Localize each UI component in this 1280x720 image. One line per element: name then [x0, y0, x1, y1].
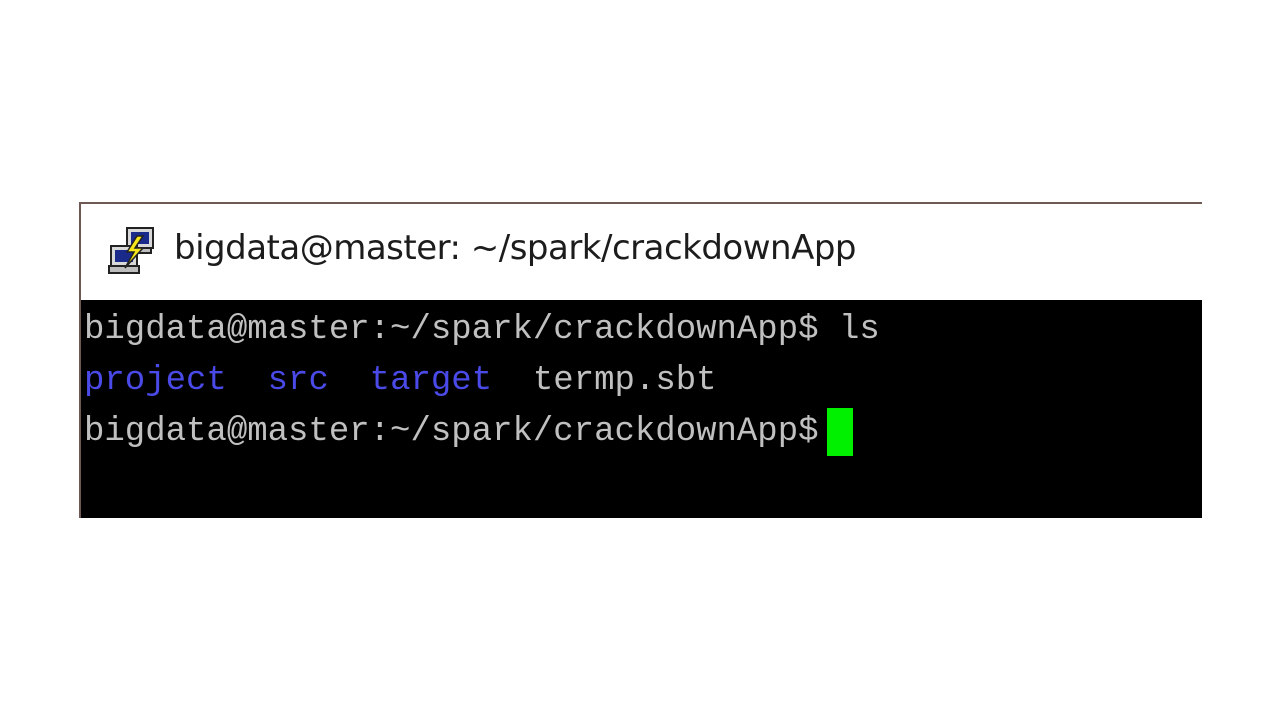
listing-directory: src	[267, 362, 329, 400]
listing-file: termp.sbt	[532, 362, 717, 400]
shell-command: ls	[838, 311, 880, 349]
terminal-window: bigdata@master: ~/spark/crackdownApp big…	[79, 202, 1202, 518]
text-cursor	[826, 408, 853, 456]
title-bar[interactable]: bigdata@master: ~/spark/crackdownApp	[81, 204, 1202, 300]
terminal-line: bigdata@master:~/spark/crackdownApp$ ls	[84, 305, 1202, 356]
shell-prompt: bigdata@master:~/spark/crackdownApp$	[84, 311, 819, 349]
terminal-line: bigdata@master:~/spark/crackdownApp$	[84, 407, 1202, 458]
listing-directory: target	[369, 362, 493, 400]
shell-prompt: bigdata@master:~/spark/crackdownApp$	[84, 413, 819, 451]
window-title: bigdata@master: ~/spark/crackdownApp	[174, 228, 857, 268]
ls-output-line: project src target termp.sbt	[84, 356, 1202, 407]
terminal-screen[interactable]: bigdata@master:~/spark/crackdownApp$ ls …	[81, 300, 1202, 518]
putty-icon	[108, 227, 154, 274]
listing-directory: project	[84, 362, 227, 400]
